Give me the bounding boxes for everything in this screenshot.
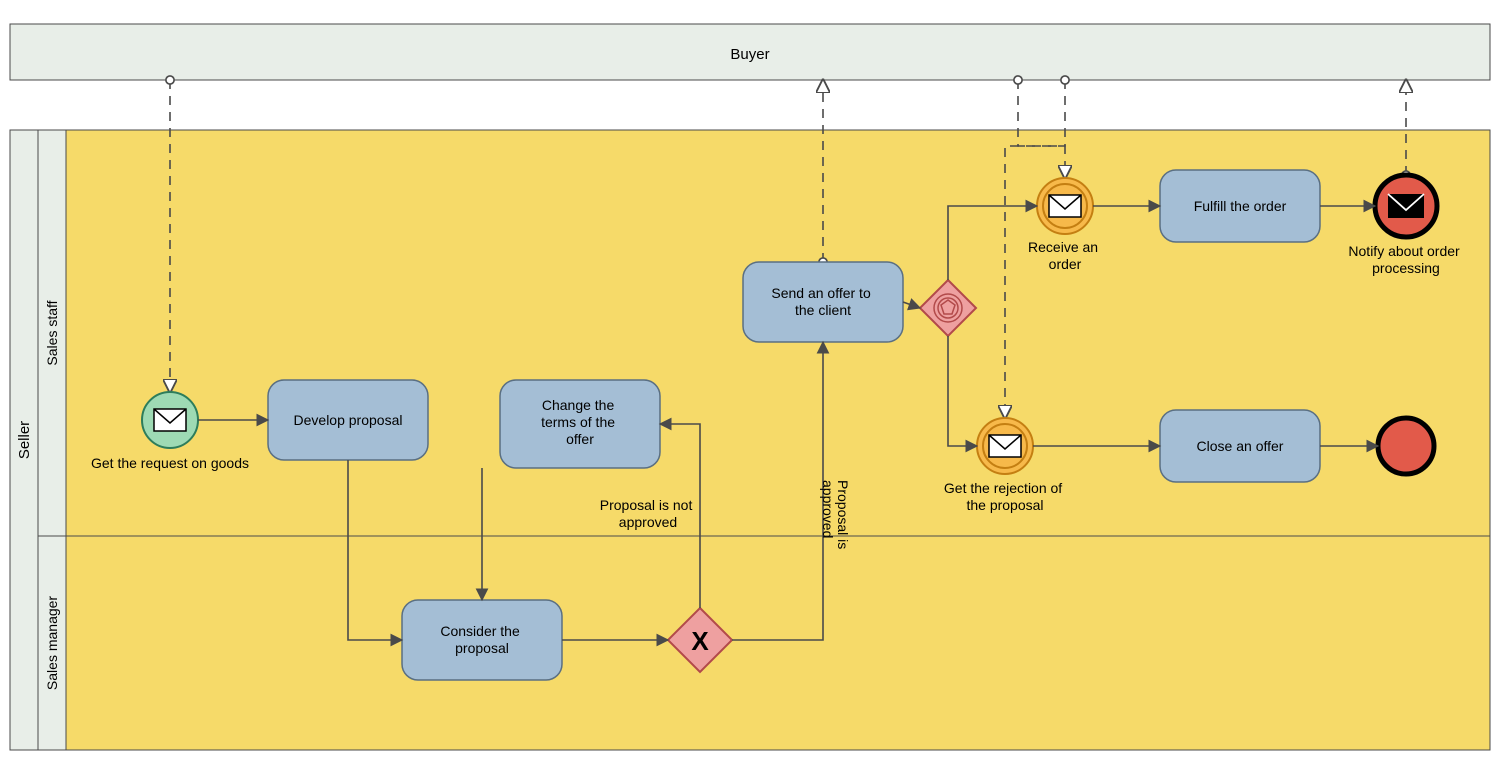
envelope-icon	[154, 409, 186, 431]
task-fulfill-order: Fulfill the order	[1160, 170, 1320, 242]
envelope-icon	[989, 435, 1021, 457]
pool-buyer-label: Buyer	[730, 46, 769, 63]
task-close-offer: Close an offer	[1160, 410, 1320, 482]
end-event	[1378, 418, 1434, 474]
pool-buyer: Buyer	[10, 24, 1490, 80]
task-fulfill-order-label: Fulfill the order	[1194, 198, 1287, 214]
envelope-icon	[1049, 195, 1081, 217]
lane-sales-staff-label: Sales staff	[44, 300, 60, 365]
start-event-label: Get the request on goods	[91, 455, 249, 471]
task-close-offer-label: Close an offer	[1197, 438, 1284, 454]
svg-text:X: X	[691, 626, 709, 656]
envelope-icon	[1388, 194, 1424, 218]
lane-sales-manager-label: Sales manager	[44, 596, 60, 691]
pool-seller-label: Seller	[16, 421, 33, 459]
task-develop-proposal-label: Develop proposal	[294, 412, 403, 428]
lane-sales-manager: Sales manager	[38, 536, 1490, 750]
task-develop-proposal: Develop proposal	[268, 380, 428, 460]
